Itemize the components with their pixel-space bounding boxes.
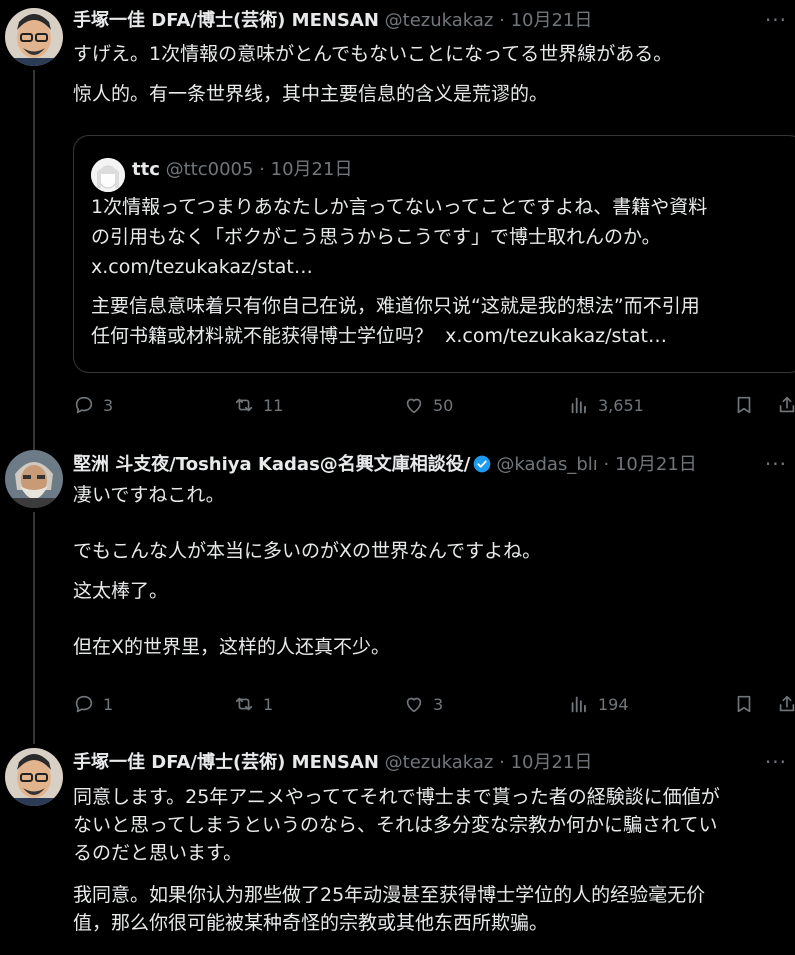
quote-avatar — [91, 158, 125, 192]
views-button[interactable]: 3,651 — [568, 390, 644, 420]
views-icon — [571, 696, 586, 713]
like-button[interactable]: 3 — [403, 689, 443, 719]
tweet-2[interactable]: 堅洲 斗支夜/Toshiya Kadas@名興文庫相談役/@kadas_blı … — [0, 440, 795, 740]
quote-link[interactable]: x.com/tezukakaz/stat… — [445, 325, 667, 347]
like-count: 50 — [433, 395, 454, 415]
reply-count: 1 — [103, 694, 114, 714]
action-bar: 1 1 3 194 — [73, 689, 795, 719]
author-handle[interactable]: @tezukakaz — [385, 752, 494, 773]
views-count: 3,651 — [598, 395, 644, 415]
tweet-text-line: 但在X的世界里，这样的人还真不少。 — [73, 636, 391, 658]
reply-count: 3 — [103, 395, 114, 415]
post-date[interactable]: 10月21日 — [511, 10, 593, 31]
share-button[interactable] — [776, 689, 795, 719]
like-button[interactable]: 50 — [403, 390, 453, 420]
quote-date[interactable]: 10月21日 — [271, 159, 353, 180]
reply-icon — [75, 695, 93, 713]
tweet-header: 手塚一佳 DFA/博士(芸術) MENSAN @tezukakaz · 10月2… — [73, 10, 593, 31]
quote-header: ttc @ttc0005 · 10月21日 — [132, 159, 353, 180]
tweet-3[interactable]: 手塚一佳 DFA/博士(芸術) MENSAN @tezukakaz · 10月2… — [0, 740, 795, 955]
bookmark-button[interactable] — [733, 390, 755, 420]
author-handle[interactable]: @kadas_blı — [496, 454, 597, 475]
repost-count: 1 — [263, 694, 274, 714]
avatar[interactable] — [5, 450, 63, 508]
share-button[interactable] — [776, 390, 795, 420]
tweet-text-line: ないと思ってしまうというのなら、それは多分変な宗教か何かに騙されてい — [73, 814, 718, 836]
views-button[interactable]: 194 — [568, 689, 629, 719]
heart-icon — [406, 398, 422, 414]
views-icon — [571, 397, 586, 414]
quote-text-line: の引用もなく「ボクがこう思うからこうです」で博士取れんのか。 — [91, 226, 661, 248]
quote-author-name[interactable]: ttc — [132, 159, 160, 180]
author-name[interactable]: 堅洲 斗支夜/Toshiya Kadas@名興文庫相談役/ — [73, 454, 470, 475]
tweet-text: すげえ。1次情報の意味がとんでもないことになってる世界線がある。 惊人的。有一条… — [73, 40, 791, 108]
repost-icon — [235, 398, 253, 412]
more-options-icon[interactable]: ··· — [765, 8, 787, 32]
post-date[interactable]: 10月21日 — [615, 454, 697, 475]
avatar[interactable] — [5, 748, 63, 806]
tweet-text-line: 我同意。如果你认为那些做了25年动漫甚至获得博士学位的人的经验毫无价 — [73, 884, 706, 906]
tweet-text-ja: すげえ。1次情報の意味がとんでもないことになってる世界線がある。 — [73, 43, 673, 65]
tweet-text-zh: 惊人的。有一条世界线，其中主要信息的含义是荒谬的。 — [73, 83, 549, 105]
bookmark-icon — [737, 396, 751, 414]
more-options-icon[interactable]: ··· — [765, 750, 787, 774]
tweet-text-line: 值，那么你很可能被某种奇怪的宗教或其他东西所欺骗。 — [73, 912, 549, 934]
share-icon — [779, 396, 795, 413]
tweet-text-line: 这太棒了。 — [73, 580, 169, 602]
tweet-text-line: るのだと思います。 — [73, 842, 243, 864]
post-date[interactable]: 10月21日 — [511, 752, 593, 773]
tweet-text-line: でもこんな人が本当に多いのがXの世界なんですよね。 — [73, 540, 542, 562]
author-handle[interactable]: @tezukakaz — [385, 10, 494, 31]
reply-button[interactable]: 1 — [73, 689, 113, 719]
tweet-header: 手塚一佳 DFA/博士(芸術) MENSAN @tezukakaz · 10月2… — [73, 752, 593, 773]
tweet-1[interactable]: 手塚一佳 DFA/博士(芸術) MENSAN @tezukakaz · 10月2… — [0, 0, 795, 440]
tweet-text-line: 同意します。25年アニメやっててそれで博士まで貰った者の経験談に価値が — [73, 786, 720, 808]
reply-button[interactable]: 3 — [73, 390, 113, 420]
action-bar: 3 11 50 3,651 — [73, 390, 795, 420]
quote-link[interactable]: x.com/tezukakaz/stat… — [91, 256, 313, 278]
quote-author-handle[interactable]: @ttc0005 — [166, 159, 254, 180]
quote-text-line: 任何书籍或材料就不能获得博士学位吗？ — [91, 325, 434, 347]
avatar[interactable] — [5, 8, 63, 66]
views-count: 194 — [598, 694, 629, 714]
bookmark-button[interactable] — [733, 689, 755, 719]
tweet-text-line: 凄いですねこれ。 — [73, 484, 225, 506]
repost-button[interactable]: 1 — [233, 689, 273, 719]
verified-badge-icon — [474, 455, 491, 473]
quote-text: 1次情報ってつまりあなたしか言ってないってことですよね、書籍や資料 の引用もなく… — [91, 192, 791, 351]
author-name[interactable]: 手塚一佳 DFA/博士(芸術) MENSAN — [73, 10, 379, 31]
quoted-tweet[interactable]: ttc @ttc0005 · 10月21日 1次情報ってつまりあなたしか言ってな… — [73, 135, 795, 373]
repost-button[interactable]: 11 — [233, 390, 283, 420]
quote-text-line: 1次情報ってつまりあなたしか言ってないってことですよね、書籍や資料 — [91, 196, 708, 218]
tweet-header: 堅洲 斗支夜/Toshiya Kadas@名興文庫相談役/@kadas_blı … — [73, 454, 697, 475]
bookmark-icon — [737, 695, 751, 713]
author-name[interactable]: 手塚一佳 DFA/博士(芸術) MENSAN — [73, 752, 379, 773]
quote-text-line: 主要信息意味着只有你自己在说，难道你只说“这就是我的想法”而不引用 — [91, 295, 700, 317]
repost-count: 11 — [263, 395, 284, 415]
repost-icon — [235, 697, 253, 711]
like-count: 3 — [433, 694, 444, 714]
reply-icon — [75, 396, 93, 414]
share-icon — [779, 695, 795, 712]
more-options-icon[interactable]: ··· — [765, 452, 787, 476]
tweet-text: 同意します。25年アニメやっててそれで博士まで貰った者の経験談に価値が ないと思… — [73, 783, 791, 937]
tweet-text: 凄いですねこれ。 でもこんな人が本当に多いのがXの世界なんですよね。 这太棒了。… — [73, 481, 791, 661]
heart-icon — [406, 697, 422, 713]
